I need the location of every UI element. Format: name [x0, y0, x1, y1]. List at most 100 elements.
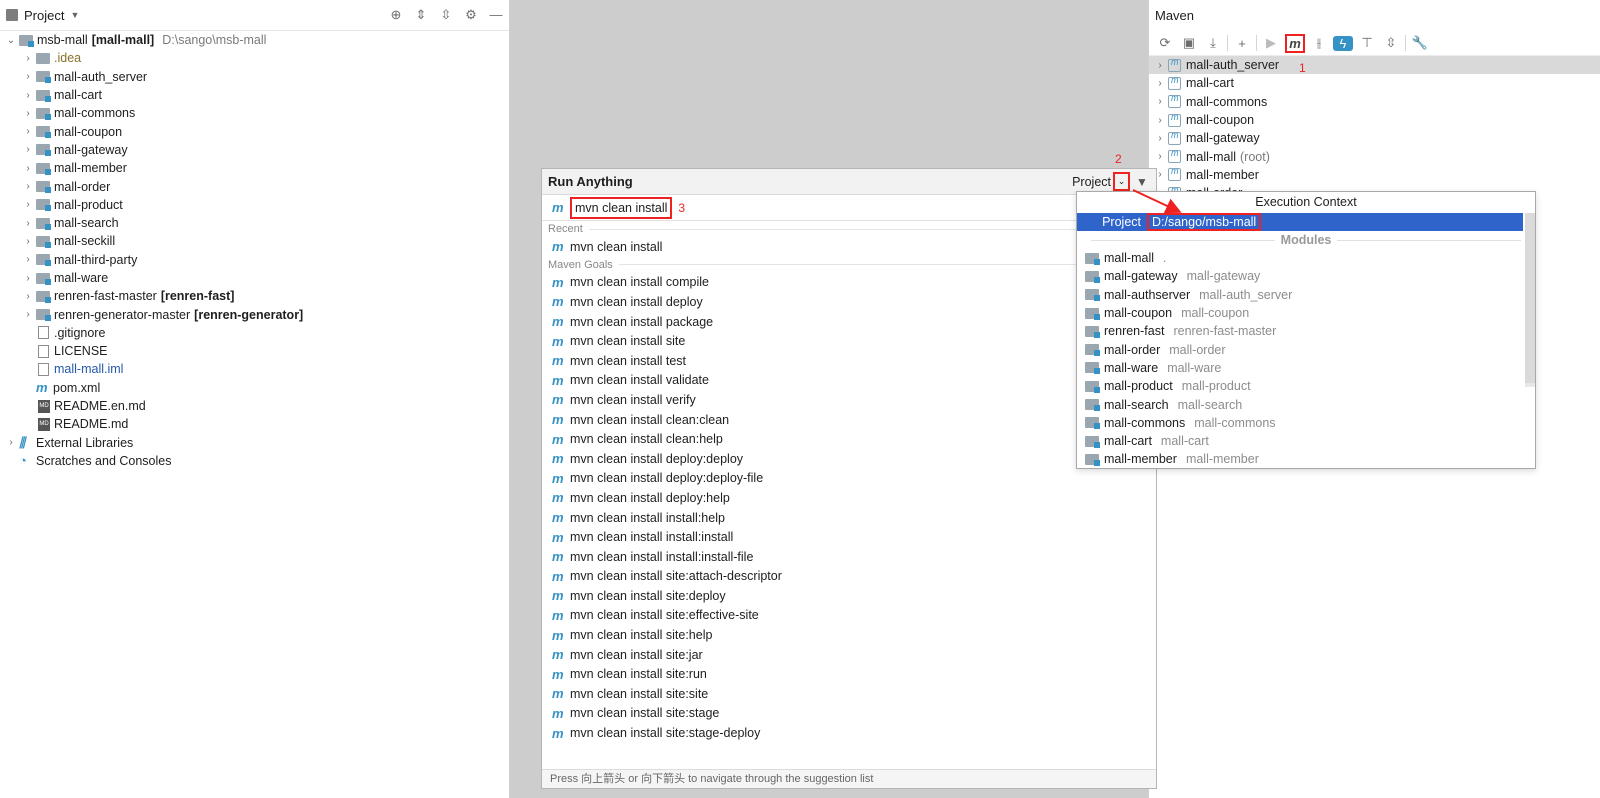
suggestion-item[interactable]: m mvn clean install site:jar — [542, 645, 1156, 665]
suggestion-item[interactable]: m mvn clean install site:site — [542, 684, 1156, 704]
chevron-right-icon[interactable]: › — [23, 163, 33, 174]
maven-project-row[interactable]: › mall-auth_server — [1149, 56, 1600, 75]
tree-row[interactable]: › mall-order — [0, 177, 509, 195]
expand-all-icon[interactable]: ⇕ — [414, 7, 428, 23]
suggestion-item[interactable]: m mvn clean install compile — [542, 273, 1156, 293]
chevron-right-icon[interactable]: › — [1155, 60, 1165, 71]
chevron-right-icon[interactable]: › — [23, 126, 33, 137]
gear-icon[interactable]: ⚙ — [464, 7, 478, 23]
maven-project-row[interactable]: › mall-cart — [1149, 74, 1600, 92]
tree-row[interactable]: › renren-fast-master [renren-fast] — [0, 287, 509, 305]
chevron-right-icon[interactable]: › — [23, 218, 33, 229]
tree-row[interactable]: › mall-coupon — [0, 122, 509, 140]
tree-row[interactable]: › mall-seckill — [0, 232, 509, 250]
chevron-right-icon[interactable]: › — [1155, 151, 1165, 162]
execution-context-project-row[interactable]: Project D:/sango/msb-mall — [1077, 213, 1523, 231]
module-item[interactable]: mall-member mall-member — [1077, 450, 1535, 468]
scrollbar[interactable] — [1525, 213, 1535, 387]
module-item[interactable]: mall-mall. — [1077, 249, 1535, 267]
maven-project-row[interactable]: › mall-mall (root) — [1149, 147, 1600, 165]
tree-row[interactable]: › mall-third-party — [0, 251, 509, 269]
tree-row[interactable]: › mall-cart — [0, 86, 509, 104]
filter-icon[interactable]: ▼ — [1136, 175, 1150, 189]
show-dependencies-icon[interactable]: ⊤ — [1357, 35, 1377, 51]
chevron-right-icon[interactable]: › — [23, 108, 33, 119]
wrench-icon[interactable]: 🔧 — [1410, 35, 1430, 51]
suggestion-item[interactable]: m mvn clean install deploy:deploy — [542, 449, 1156, 469]
tree-row[interactable]: m pom.xml — [0, 379, 509, 397]
chevron-right-icon[interactable]: › — [23, 199, 33, 210]
chevron-right-icon[interactable]: › — [23, 181, 33, 192]
tree-row[interactable]: › mall-product — [0, 196, 509, 214]
collapse-all-icon[interactable]: ⇳ — [439, 7, 453, 23]
chevron-right-icon[interactable]: › — [23, 53, 33, 64]
maven-project-row[interactable]: › mall-coupon — [1149, 111, 1600, 129]
suggestion-item[interactable]: m mvn clean install site:run — [542, 664, 1156, 684]
suggestion-item[interactable]: m mvn clean install deploy:deploy-file — [542, 469, 1156, 489]
module-item[interactable]: mall-order mall-order — [1077, 340, 1535, 358]
tree-row[interactable]: ◔ Scratches and Consoles — [0, 452, 509, 470]
suggestion-item[interactable]: m mvn clean install test — [542, 351, 1156, 371]
module-item[interactable]: mall-cart mall-cart — [1077, 432, 1535, 450]
suggestion-item[interactable]: m mvn clean install clean:clean — [542, 410, 1156, 430]
tree-row[interactable]: › mall-search — [0, 214, 509, 232]
maven-project-row[interactable]: › mall-gateway — [1149, 129, 1600, 147]
suggestion-item[interactable]: m mvn clean install site:deploy — [542, 586, 1156, 606]
tree-row[interactable]: LICENSE — [0, 342, 509, 360]
chevron-right-icon[interactable]: › — [23, 144, 33, 155]
run-icon[interactable]: ▶ — [1261, 35, 1281, 51]
project-view-selector[interactable]: Project — [24, 8, 64, 23]
suggestion-item[interactable]: m mvn clean install deploy — [542, 292, 1156, 312]
suggestion-item[interactable]: m mvn clean install deploy:help — [542, 488, 1156, 508]
module-item[interactable]: mall-authserver mall-auth_server — [1077, 286, 1535, 304]
chevron-right-icon[interactable]: › — [1155, 115, 1165, 126]
tree-row[interactable]: .gitignore — [0, 324, 509, 342]
maven-project-row[interactable]: › mall-commons — [1149, 93, 1600, 111]
chevron-right-icon[interactable]: › — [1155, 133, 1165, 144]
maven-project-row[interactable]: ›mall-member — [1149, 166, 1600, 184]
folder-refresh-icon[interactable]: ▣ — [1179, 35, 1199, 51]
module-item[interactable]: renren-fast renren-fast-master — [1077, 322, 1535, 340]
chevron-right-icon[interactable]: › — [1155, 96, 1165, 107]
suggestion-item[interactable]: m mvn clean install validate — [542, 371, 1156, 391]
locate-icon[interactable]: ⊕ — [389, 7, 403, 23]
tree-row[interactable]: › ⫼ External Libraries — [0, 434, 509, 452]
suggestion-item[interactable]: m mvn clean install site:effective-site — [542, 606, 1156, 626]
download-icon[interactable]: ⤓ — [1203, 35, 1223, 51]
module-item[interactable]: mall-gateway mall-gateway — [1077, 267, 1535, 285]
execute-maven-goal-icon[interactable]: m — [1285, 33, 1305, 53]
tree-row[interactable]: MD README.md — [0, 415, 509, 433]
scrollbar-thumb[interactable] — [1525, 213, 1535, 383]
suggestion-item[interactable]: m mvn clean install install:install-file — [542, 547, 1156, 567]
suggestion-item[interactable]: m mvn clean install clean:help — [542, 429, 1156, 449]
module-item[interactable]: mall-search mall-search — [1077, 395, 1535, 413]
chevron-right-icon[interactable]: › — [23, 254, 33, 265]
suggestion-item[interactable]: m mvn clean install — [542, 237, 1156, 257]
tree-row[interactable]: › mall-auth_server — [0, 68, 509, 86]
suggestion-item[interactable]: m mvn clean install site:help — [542, 625, 1156, 645]
tree-row[interactable]: › mall-ware — [0, 269, 509, 287]
suggestion-item[interactable]: m mvn clean install site:stage-deploy — [542, 723, 1156, 743]
suggestion-item[interactable]: m mvn clean install install:install — [542, 527, 1156, 547]
tree-row[interactable]: › renren-generator-master [renren-generato… — [0, 305, 509, 323]
chevron-right-icon[interactable]: › — [23, 236, 33, 247]
suggestion-item[interactable]: m mvn clean install install:help — [542, 508, 1156, 528]
chevron-right-icon[interactable]: › — [23, 90, 33, 101]
tree-row[interactable]: › mall-member — [0, 159, 509, 177]
chevron-down-icon[interactable]: ⌄ — [6, 35, 16, 46]
run-anything-input[interactable]: mvn clean install — [570, 196, 673, 219]
refresh-icon[interactable]: ⟳ — [1155, 35, 1175, 51]
tree-row[interactable]: MD README.en.md — [0, 397, 509, 415]
chevron-right-icon[interactable]: › — [23, 71, 33, 82]
tree-row[interactable]: › mall-gateway — [0, 141, 509, 159]
tree-row[interactable]: ⌄ msb-mall [mall-mall] D:\sango\msb-mall — [0, 31, 509, 49]
module-item[interactable]: mall-product mall-product — [1077, 377, 1535, 395]
tree-row[interactable]: › mall-commons — [0, 104, 509, 122]
chevron-down-icon[interactable]: ▼ — [70, 10, 79, 20]
suggestion-item[interactable]: m mvn clean install site:stage — [542, 704, 1156, 724]
chevron-down-icon[interactable]: ⌄ — [1113, 172, 1130, 191]
toggle-offline-icon[interactable]: ⫲ — [1309, 35, 1329, 51]
suggestion-item[interactable]: m mvn clean install package — [542, 312, 1156, 332]
add-icon[interactable]: + — [1232, 36, 1252, 51]
module-item[interactable]: mall-commons mall-commons — [1077, 414, 1535, 432]
